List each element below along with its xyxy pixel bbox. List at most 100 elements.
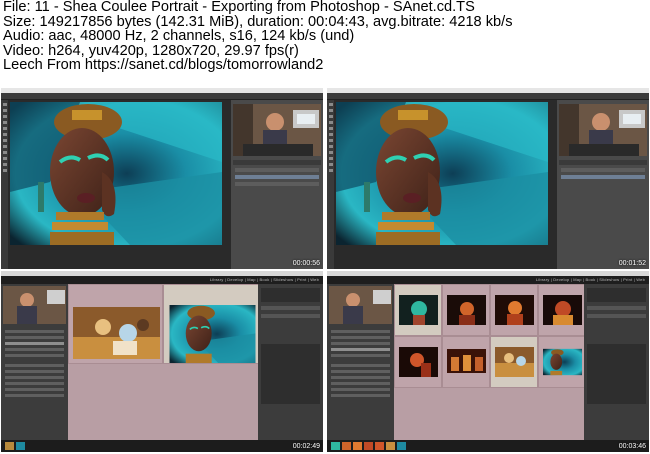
folder-item-selected[interactable] (331, 348, 390, 351)
layers-panel-header (559, 160, 647, 165)
metadata-panel (587, 344, 646, 404)
audio-info-line: Audio: aac, 48000 Hz, 2 channels, s16, 1… (3, 28, 355, 45)
quick-develop-header[interactable] (261, 306, 320, 310)
layers-panel-header (233, 160, 321, 165)
timestamp: 00:02:49 (292, 443, 320, 450)
grid-cell-selected[interactable] (163, 284, 258, 364)
file-info: File: 11 - Shea Coulee Portrait - Export… (3, 0, 648, 73)
grid-cell[interactable] (394, 336, 442, 388)
photo-thumbnail[interactable] (495, 295, 534, 325)
collection-item[interactable] (5, 376, 64, 379)
collection-item[interactable] (331, 382, 390, 385)
grid-cell-selected[interactable] (394, 284, 442, 336)
folder-item[interactable] (5, 336, 64, 339)
filmstrip-thumb[interactable] (375, 442, 384, 450)
photo-thumbnail[interactable] (495, 347, 534, 377)
collection-item[interactable] (331, 370, 390, 373)
layer-row[interactable] (235, 182, 319, 186)
thumbnail-frame-1[interactable]: 00:00:56 (1, 88, 323, 269)
options-bar (327, 93, 649, 100)
photo-thumbnail[interactable] (447, 349, 486, 373)
grid-cell[interactable] (490, 284, 538, 336)
left-panel (327, 284, 394, 440)
photo-thumbnail[interactable] (168, 305, 257, 363)
lightroom-header: Library | Develop | Map | Book | Slidesh… (327, 276, 649, 284)
folder-item[interactable] (331, 354, 390, 357)
library-grid (68, 284, 258, 440)
file-name-line: File: 11 - Shea Coulee Portrait - Export… (3, 0, 475, 15)
layer-row[interactable] (235, 168, 319, 172)
leech-link-line: Leech From https://sanet.cd/blogs/tomorr… (3, 57, 324, 74)
collection-item[interactable] (5, 388, 64, 391)
module-picker[interactable]: Library | Develop | Map | Book | Slidesh… (210, 277, 319, 282)
filmstrip (327, 440, 649, 452)
instructor-webcam (3, 286, 66, 324)
options-bar (1, 93, 323, 100)
grid-cell[interactable] (442, 284, 490, 336)
folder-item[interactable] (331, 336, 390, 339)
photo-thumbnail[interactable] (543, 347, 582, 377)
instructor-webcam (233, 104, 321, 156)
photo-thumbnail[interactable] (543, 295, 582, 325)
thumbnail-frame-3[interactable]: Library | Develop | Map | Book | Slidesh… (1, 271, 323, 452)
filmstrip-thumb[interactable] (353, 442, 362, 450)
folder-item[interactable] (331, 330, 390, 333)
collection-item[interactable] (331, 394, 390, 397)
tools-panel (327, 100, 334, 269)
filmstrip-thumb[interactable] (364, 442, 373, 450)
grid-cell[interactable] (538, 284, 584, 336)
filmstrip-thumb[interactable] (331, 442, 340, 450)
folder-item[interactable] (5, 348, 64, 351)
video-info-line: Video: h264, yuv420p, 1280x720, 29.97 fp… (3, 42, 299, 59)
grid-cell[interactable] (538, 336, 584, 388)
right-panels (231, 100, 323, 269)
collection-item[interactable] (5, 394, 64, 397)
collection-item[interactable] (331, 364, 390, 367)
collection-item[interactable] (5, 370, 64, 373)
collection-item[interactable] (331, 388, 390, 391)
thumbnail-frame-2[interactable]: 00:01:52 (327, 88, 649, 269)
instructor-webcam (329, 286, 392, 324)
filmstrip-thumb[interactable] (342, 442, 351, 450)
keywording-header[interactable] (587, 314, 646, 318)
collection-item[interactable] (5, 364, 64, 367)
filmstrip-thumb[interactable] (386, 442, 395, 450)
metadata-panel (261, 344, 320, 404)
module-picker[interactable]: Library | Develop | Map | Book | Slidesh… (536, 277, 645, 282)
timestamp: 00:03:46 (618, 443, 646, 450)
right-panel (258, 284, 323, 440)
quick-develop-header[interactable] (587, 306, 646, 310)
keywording-header[interactable] (261, 314, 320, 318)
filmstrip-thumb[interactable] (16, 442, 25, 450)
grid-cell[interactable] (68, 284, 163, 364)
grid-cell[interactable] (442, 336, 490, 388)
folder-item[interactable] (331, 342, 390, 345)
portrait-canvas (10, 102, 222, 245)
grid-cell-selected[interactable] (490, 336, 538, 388)
histogram-panel (261, 288, 320, 302)
photo-thumbnail[interactable] (73, 307, 160, 359)
tools-panel (1, 100, 8, 269)
filmstrip-thumb[interactable] (397, 442, 406, 450)
right-panels (557, 100, 649, 269)
portrait-image (10, 102, 222, 245)
filmstrip-thumb[interactable] (5, 442, 14, 450)
filmstrip (1, 440, 323, 452)
collection-item[interactable] (5, 382, 64, 385)
timestamp: 00:01:52 (618, 260, 646, 267)
collection-item[interactable] (331, 376, 390, 379)
layer-row[interactable] (561, 168, 645, 172)
photo-thumbnail[interactable] (399, 347, 438, 377)
folder-item[interactable] (5, 330, 64, 333)
folder-item[interactable] (5, 354, 64, 357)
folder-item-selected[interactable] (5, 342, 64, 345)
layer-row-selected[interactable] (235, 175, 319, 179)
portrait-image (336, 102, 548, 245)
photo-thumbnail[interactable] (399, 295, 438, 325)
layer-row-selected[interactable] (561, 175, 645, 179)
lightroom-header: Library | Develop | Map | Book | Slidesh… (1, 276, 323, 284)
timestamp: 00:00:56 (292, 260, 320, 267)
thumbnail-frame-4[interactable]: Library | Develop | Map | Book | Slidesh… (327, 271, 649, 452)
file-size-line: Size: 149217856 bytes (142.31 MiB), dura… (3, 13, 513, 30)
photo-thumbnail[interactable] (447, 295, 486, 325)
